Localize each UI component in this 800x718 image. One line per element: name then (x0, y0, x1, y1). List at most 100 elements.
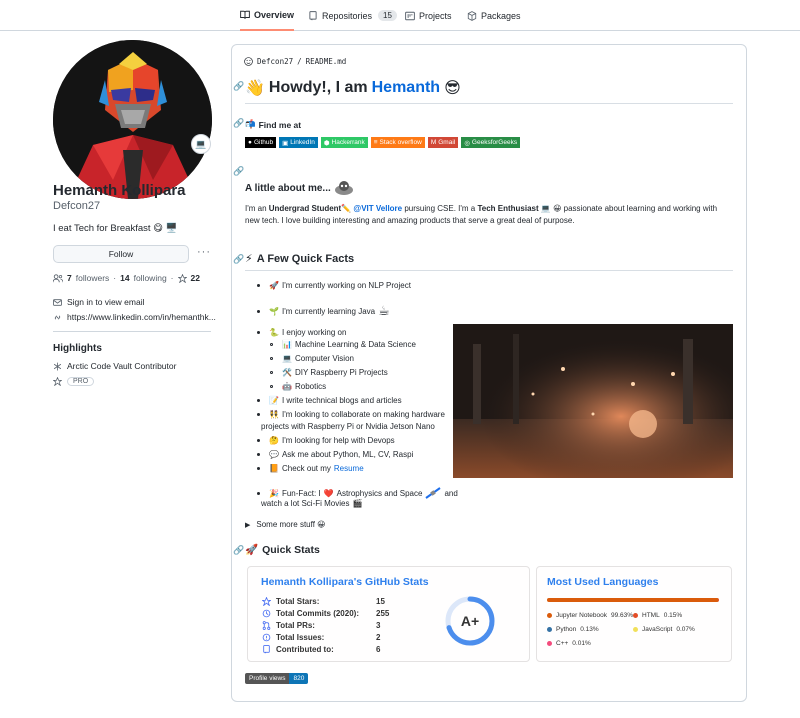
resume-link[interactable]: Resume (334, 464, 364, 473)
linkedin-icon: ▣ (282, 139, 289, 147)
snowflake-icon (53, 362, 62, 370)
stat-value: 2 (376, 633, 381, 642)
gmail-badge[interactable]: M Gmail (427, 137, 459, 148)
rocket-emoji: 🚀 (269, 281, 279, 290)
followers-count[interactable]: 7 (67, 273, 72, 283)
sub-fact-item: 💻 Computer Vision (270, 354, 354, 363)
anchor-link-icon[interactable]: 🔗 (233, 545, 244, 556)
tab-packages[interactable]: Packages (467, 0, 521, 31)
fact-6-text: I'm looking for help with Devops (281, 436, 395, 445)
tab-packages-label: Packages (481, 10, 521, 21)
heading-divider (245, 103, 733, 104)
more-options-button[interactable]: ··· (197, 246, 211, 258)
tab-repositories[interactable]: Repositories 15 (308, 0, 397, 31)
anchor-link-icon[interactable]: 🔗 (233, 81, 244, 92)
vit-link[interactable]: @VIT Vellore (353, 204, 402, 213)
snake-emoji: 🐍 (269, 328, 279, 337)
anchor-link-icon[interactable]: 🔗 (233, 254, 244, 265)
language-dot (633, 627, 638, 632)
linkedin-badge[interactable]: ▣ LinkedIn (279, 137, 318, 148)
fact-9-text-b: Astrophysics and Space (336, 488, 423, 498)
fact-4-text: I write technical blogs and articles (281, 396, 402, 405)
find-me-heading: 📬 Find me at (245, 119, 301, 130)
sub-fact-3: DIY Raspberry Pi Projects (294, 368, 388, 377)
language-dot (547, 613, 552, 618)
facts-title: A Few Quick Facts (256, 252, 355, 265)
speech-emoji: 💬 (269, 450, 279, 459)
separator-2: · (170, 273, 174, 283)
chart-emoji: 📊 (282, 340, 292, 349)
fact-item: 🤔 I'm looking for help with Devops (257, 436, 395, 445)
tab-overview-label: Overview (254, 9, 295, 20)
fact-item: 🐍 I enjoy working on (257, 328, 346, 337)
workspace-photo (453, 324, 733, 478)
anchor-link-icon[interactable]: 🔗 (233, 118, 244, 129)
details-toggle[interactable]: ▶ Some more stuff 😀 (245, 520, 326, 529)
rank-grade: A+ (461, 613, 479, 629)
followers-label[interactable]: followers (76, 273, 110, 283)
memo-emoji: 📝 (269, 396, 279, 405)
github-icon: ● (248, 139, 252, 146)
languages-card[interactable]: Most Used Languages Jupyter Notebook 99.6… (536, 566, 732, 662)
hackerrank-badge[interactable]: ⬢ Hackerrank (320, 137, 368, 148)
about-strong2: Tech Enthusiast (477, 204, 539, 213)
history-icon (262, 609, 271, 618)
about-p2: pursuing CSE. I'm a (402, 204, 478, 213)
triangle-right-icon: ▶ (245, 521, 251, 529)
tab-overview[interactable]: Overview (240, 0, 295, 31)
language-item: HTML 0.15% (633, 612, 682, 619)
fact-item-cont: projects with Raspberry Pi or Nvidia Jet… (261, 422, 435, 431)
book-emoji: 📙 (269, 464, 279, 473)
stats-heading: 🚀 Quick Stats (245, 543, 320, 557)
java-icon: ☕ (378, 303, 390, 318)
email-link[interactable]: Sign in to view email (53, 297, 144, 307)
fact-item-cont: watch a lot Sci-Fi Movies 🎬 (261, 499, 362, 508)
star-icon (177, 273, 187, 283)
stackoverflow-icon: ≡ (373, 139, 378, 146)
github-badge[interactable]: ● Github (245, 137, 277, 148)
stats-title: Quick Stats (262, 543, 320, 556)
highlight-arctic-label: Arctic Code Vault Contributor (67, 361, 177, 371)
gfg-badge[interactable]: ◎ GeeksforGeeks (461, 137, 521, 148)
highlight-arctic-vault[interactable]: Arctic Code Vault Contributor (53, 361, 176, 371)
stackoverflow-badge[interactable]: ≡ Stack overflow (370, 137, 425, 148)
clapper-emoji: 🎬 (352, 499, 363, 508)
language-percent: 0.13% (580, 626, 599, 633)
hackerrank-badge-label: Hackerrank (331, 139, 365, 146)
fact-5-text-b: projects with Raspberry Pi or Nvidia Jet… (261, 422, 435, 431)
profile-fullname: Hemanth Kollipara (53, 182, 186, 199)
readme-path-user[interactable]: Defcon27 (257, 57, 293, 66)
mailbox-emoji: 📬 (245, 119, 256, 129)
gfg-icon: ◎ (464, 139, 470, 147)
tab-projects-label: Projects (419, 10, 452, 21)
anchor-link-icon[interactable]: 🔗 (233, 166, 244, 177)
repo-icon (309, 10, 317, 20)
readme-heading: 👋 Howdy!, I am Hemanth 😎 (245, 78, 461, 98)
sunglasses-emoji: 😎 (444, 80, 461, 97)
following-count[interactable]: 14 (120, 273, 129, 283)
avatar[interactable] (53, 40, 212, 199)
rocket-emoji: 🚀 (245, 544, 259, 556)
github-stats-card[interactable]: Hemanth Kollipara's GitHub Stats Total S… (247, 566, 530, 662)
status-badge[interactable]: 💻 (191, 134, 211, 154)
language-item: C++ 0.01% (547, 640, 591, 647)
stat-row: Total PRs: 3 (262, 621, 380, 630)
tools-emoji: 🛠️ (282, 368, 292, 377)
language-item: Python 0.13% (547, 626, 599, 633)
tab-projects[interactable]: Projects (405, 0, 452, 31)
sub-fact-4: Robotics (294, 382, 327, 391)
social-counts: 7 followers · 14 following · 22 (53, 273, 200, 283)
profile-views-badge: Profile views 820 (245, 673, 309, 684)
follow-button[interactable]: Follow (53, 245, 189, 263)
stars-count[interactable]: 22 (191, 273, 200, 283)
following-label[interactable]: following (134, 273, 167, 283)
languages-bar (547, 598, 719, 602)
rank-ring: A+ (445, 596, 495, 646)
profile-views-count: 820 (289, 673, 309, 684)
pr-icon (262, 621, 271, 630)
website-link[interactable]: https://www.linkedin.com/in/hemanthk... (53, 312, 216, 322)
language-percent: 0.01% (572, 640, 591, 647)
languages-card-title: Most Used Languages (547, 576, 659, 588)
stat-value: 3 (376, 621, 381, 630)
stackoverflow-badge-label: Stack overflow (379, 139, 422, 146)
